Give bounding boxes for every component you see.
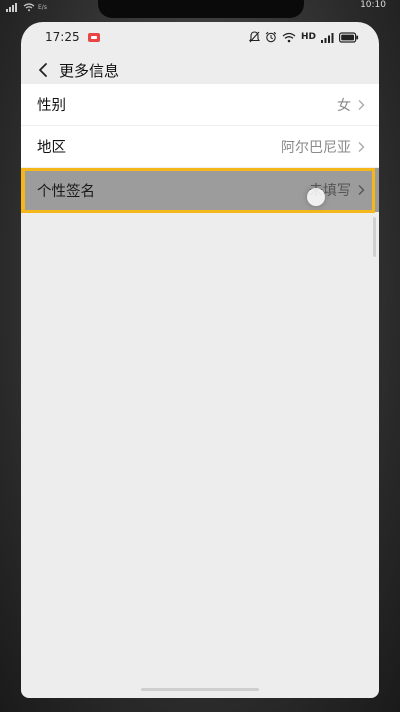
home-indicator-bar[interactable] (141, 688, 259, 691)
row-right: 女 (337, 95, 365, 115)
row-label: 地区 (37, 140, 66, 156)
scrollbar (373, 217, 376, 257)
page-header: 更多信息 (21, 52, 379, 88)
row-gender[interactable]: 性别 女 (21, 84, 379, 126)
row-region[interactable]: 地区 阿尔巴尼亚 (21, 126, 379, 168)
chevron-right-icon (358, 185, 365, 195)
chevron-right-icon (358, 99, 365, 110)
battery-icon (339, 31, 359, 43)
camera-notch (98, 0, 304, 18)
chevron-right-icon (358, 141, 365, 152)
outer-network-label: E/s (38, 3, 47, 11)
alarm-icon (265, 31, 277, 43)
row-signature[interactable]: 个性签名 未填写 (21, 168, 379, 212)
settings-list: 性别 女 地区 阿尔巴尼亚 个性签名 未填写 (21, 84, 379, 212)
wifi-icon (23, 3, 35, 12)
network-type-label: HD (300, 32, 316, 42)
status-bar: 17:25 HD (21, 22, 379, 52)
status-time: 17:25 (45, 30, 80, 44)
row-value: 阿尔巴尼亚 (281, 139, 351, 156)
silent-icon (248, 31, 260, 43)
phone-frame: E/s 10:10 17:25 HD 更多信息 性别 女 地区 阿尔巴尼亚 个性… (0, 0, 400, 712)
cellular-signal-icon (321, 32, 334, 43)
touch-indicator (307, 188, 325, 206)
row-label: 性别 (37, 98, 66, 114)
outer-status-bar: E/s 10:10 (0, 0, 400, 18)
page-title: 更多信息 (59, 61, 120, 80)
signal-icon (6, 3, 17, 12)
row-right: 阿尔巴尼亚 (281, 137, 365, 157)
chevron-left-icon (39, 63, 47, 77)
phone-screen: 17:25 HD 更多信息 性别 女 地区 阿尔巴尼亚 个性签名 未填写 (21, 22, 379, 698)
row-label: 个性签名 (37, 183, 95, 200)
wifi-icon (282, 32, 296, 42)
back-button[interactable] (25, 52, 61, 88)
outer-signal-icons: E/s (6, 1, 66, 13)
screen-record-icon (87, 32, 100, 42)
outer-clock: 10:10 (360, 0, 386, 10)
status-right: HD (248, 31, 359, 43)
row-value: 女 (337, 97, 351, 114)
status-left: 17:25 (45, 30, 100, 44)
